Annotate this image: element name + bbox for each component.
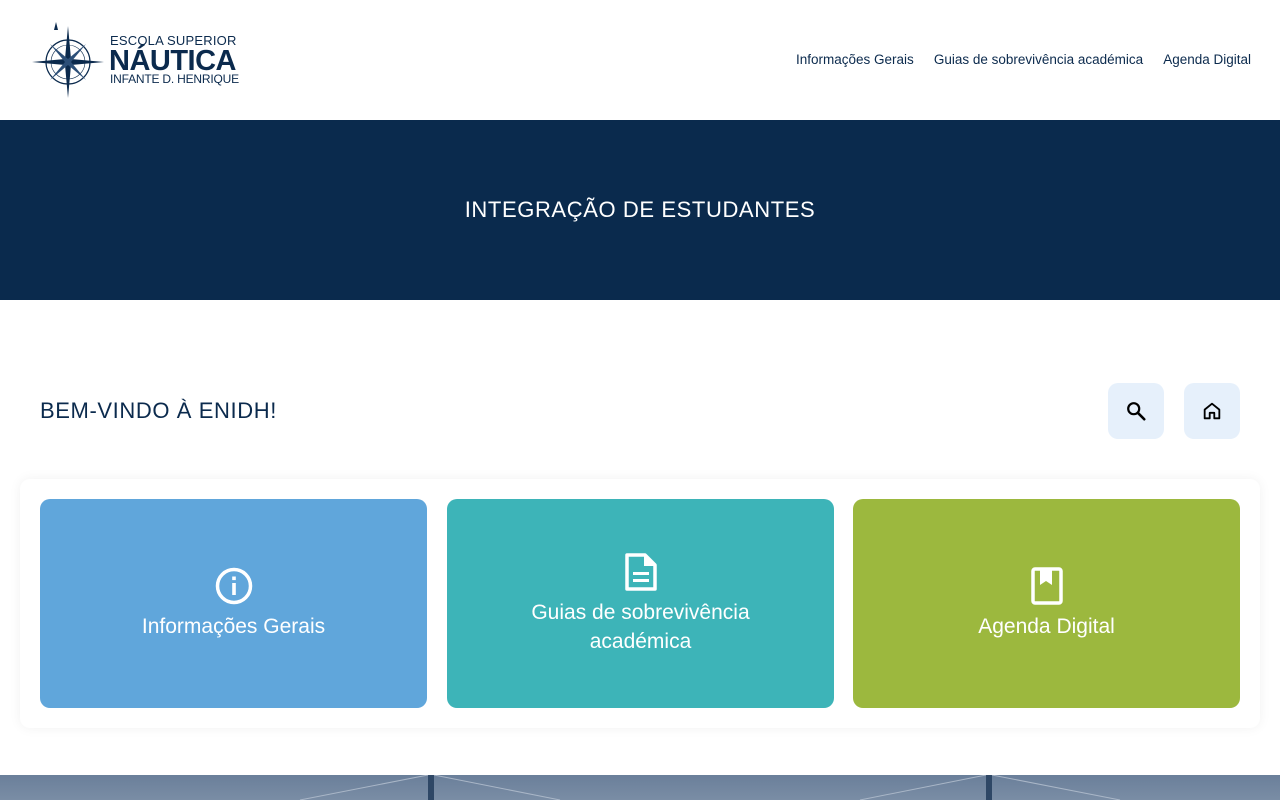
card-agenda-digital[interactable]: Agenda Digital [853, 499, 1240, 708]
bridge-background-image [0, 775, 1280, 800]
quick-links-panel: Informações Gerais Guias de sobrevivênci… [20, 479, 1260, 728]
search-icon [1127, 402, 1146, 421]
card-informacoes-gerais[interactable]: Informações Gerais [40, 499, 427, 708]
bridge-silhouette [299, 775, 1121, 800]
site-header: ESCOLA SUPERIOR NÁUTICA INFANTE D. HENRI… [0, 0, 1280, 120]
nav-link-informacoes-gerais[interactable]: Informações Gerais [796, 52, 914, 67]
logo-text-line3: INFANTE D. HENRIQUE [110, 72, 239, 86]
hero-banner: INTEGRAÇÃO DE ESTUDANTES [0, 120, 1280, 300]
nav-link-guias-sobrevivencia[interactable]: Guias de sobrevivência académica [934, 52, 1143, 67]
bookmark-book-icon [1030, 567, 1063, 605]
hero-title: INTEGRAÇÃO DE ESTUDANTES [464, 197, 816, 222]
card-label: Agenda Digital [978, 615, 1115, 638]
compass-rose-icon [32, 22, 104, 98]
document-icon [624, 552, 657, 591]
welcome-title: BEM-VINDO À ENIDH! [40, 398, 277, 423]
main-nav: Informações Gerais Guias de sobrevivênci… [796, 52, 1251, 67]
card-label: Informações Gerais [141, 615, 326, 638]
card-guias-sobrevivencia[interactable]: Guias de sobrevivência académica [447, 499, 834, 708]
home-button[interactable] [1184, 383, 1240, 439]
search-button[interactable] [1108, 383, 1164, 439]
nav-link-agenda-digital[interactable]: Agenda Digital [1163, 52, 1251, 67]
card-label: Guias de sobrevivência académica [531, 600, 750, 653]
info-icon [215, 567, 252, 605]
home-icon [1203, 402, 1221, 420]
school-logo[interactable]: ESCOLA SUPERIOR NÁUTICA INFANTE D. HENRI… [30, 22, 240, 98]
